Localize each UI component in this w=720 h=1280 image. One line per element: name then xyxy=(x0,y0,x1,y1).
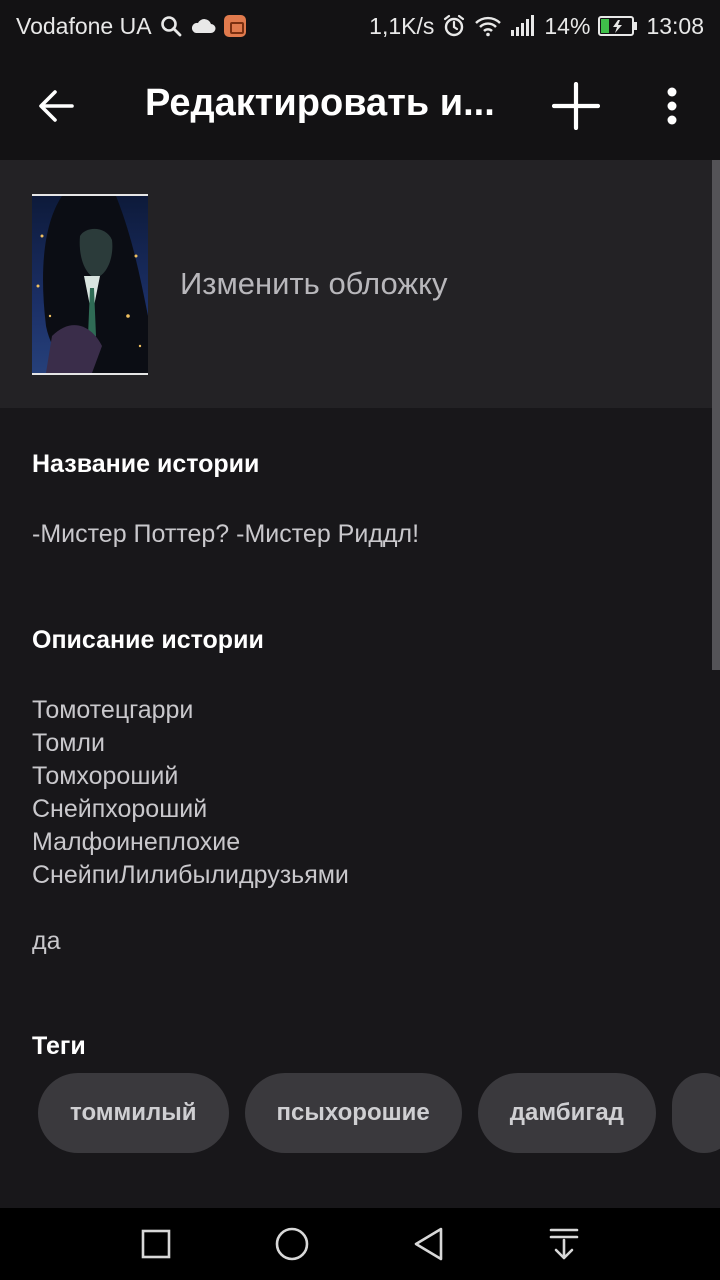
change-cover-button[interactable]: Изменить обложку xyxy=(180,266,448,302)
triangle-left-icon xyxy=(414,1227,443,1261)
story-description-label: Описание истории xyxy=(32,626,264,654)
tags-label: Теги xyxy=(32,1032,86,1060)
tag-chip[interactable]: томмилый xyxy=(38,1073,229,1153)
description-line-blank xyxy=(32,892,349,925)
page-title: Редактировать и... xyxy=(145,82,495,124)
arrow-left-icon xyxy=(39,90,74,122)
recent-apps-button[interactable] xyxy=(134,1222,178,1266)
clock-time: 13:08 xyxy=(646,12,704,39)
cover-section[interactable]: Изменить обложку xyxy=(0,160,712,408)
system-nav-bar xyxy=(0,1208,720,1280)
back-button[interactable] xyxy=(26,78,86,134)
cloud-icon xyxy=(190,17,216,35)
alarm-icon xyxy=(442,14,466,38)
plus-icon xyxy=(552,82,600,130)
story-details: Название истории -Мистер Поттер? -Мистер… xyxy=(0,408,720,1208)
notifications-pull-button[interactable] xyxy=(542,1222,586,1266)
wifi-icon xyxy=(474,15,502,37)
description-line: Снейпхороший xyxy=(32,795,208,823)
add-button[interactable] xyxy=(546,76,606,136)
description-line: Томли xyxy=(32,729,105,757)
tag-chip[interactable]: псыхорошие xyxy=(244,1073,462,1153)
pull-down-icon xyxy=(549,1228,579,1260)
description-line: Малфоинеплохие xyxy=(32,828,241,856)
battery-percent: 14% xyxy=(544,12,591,39)
app-bar: Редактировать и... xyxy=(0,52,720,160)
network-speed: 1,1K/s xyxy=(369,12,435,39)
tag-chip-partial[interactable] xyxy=(671,1073,720,1153)
tags-list: томмилый псыхорошие дамбигад xyxy=(38,1073,720,1153)
story-title-label: Название истории xyxy=(32,450,260,478)
cover-image[interactable] xyxy=(32,194,148,375)
status-left: Vodafone UA xyxy=(16,13,246,40)
more-options-button[interactable] xyxy=(652,80,692,132)
circle-icon xyxy=(275,1227,309,1261)
search-icon xyxy=(160,15,182,37)
back-nav-button[interactable] xyxy=(406,1222,450,1266)
square-icon xyxy=(141,1229,171,1259)
status-right: 1,1K/s 14% 13:08 xyxy=(369,13,704,40)
tag-chip[interactable]: дамбигад xyxy=(477,1073,656,1153)
status-bar: Vodafone UA 1,1K/s 14% 13:08 xyxy=(0,0,720,52)
battery-charging-icon xyxy=(598,15,638,37)
scrollbar[interactable] xyxy=(712,160,720,670)
app-notification-icon xyxy=(223,15,246,37)
home-button[interactable] xyxy=(270,1222,314,1266)
signal-icon xyxy=(510,15,536,37)
description-line: да xyxy=(32,927,61,955)
description-line: СнейпиЛилибылидрузьями xyxy=(32,861,349,889)
carrier-name: Vodafone UA xyxy=(16,12,152,39)
story-description-field[interactable]: Томотецгарри Томли Томхороший Снейпхорош… xyxy=(32,694,349,958)
description-line: Томотецгарри xyxy=(32,696,194,724)
description-line: Томхороший xyxy=(32,762,179,790)
more-vertical-icon xyxy=(667,87,677,125)
story-title-field[interactable]: -Мистер Поттер? -Мистер Риддл! xyxy=(32,518,419,551)
